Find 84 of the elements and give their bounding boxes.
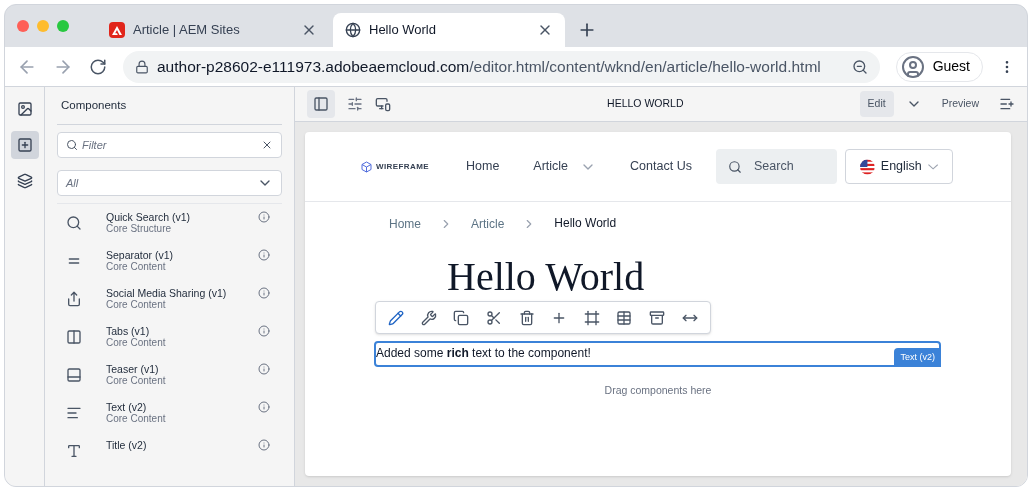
- component-label: Text (v2): [894, 347, 941, 367]
- breadcrumb[interactable]: Article: [471, 215, 505, 233]
- component-group: Core Content: [106, 261, 258, 274]
- component-icon: [66, 443, 82, 460]
- nav-link[interactable]: Contact Us: [630, 157, 692, 176]
- adobe-logo-icon: [109, 22, 125, 38]
- nav-link[interactable]: Home: [466, 157, 500, 176]
- avatar-icon: [900, 54, 925, 79]
- info-icon[interactable]: [258, 249, 270, 262]
- page-title: HELLO WORLD: [606, 96, 685, 112]
- component-group: Core Content: [106, 375, 258, 388]
- cut-icon[interactable]: [486, 309, 503, 326]
- group-select[interactable]: All: [57, 170, 282, 197]
- panel-title: Components: [57, 87, 282, 126]
- language-select[interactable]: English: [845, 149, 953, 184]
- search-field[interactable]: Search: [716, 149, 837, 184]
- component-name: Social Media Sharing (v1): [106, 287, 228, 300]
- reload-icon[interactable]: [89, 57, 107, 76]
- sidebar-tab[interactable]: [10, 131, 39, 159]
- component-name: Quick Search (v1): [106, 211, 192, 224]
- image-icon: [16, 101, 33, 117]
- tab-title: Hello World: [369, 21, 437, 40]
- component-item[interactable]: Title (v2): [57, 437, 282, 463]
- edit-icon[interactable]: [388, 309, 405, 326]
- url-path: /editor.html/content/wknd/en/article/hello-world.html: [469, 56, 822, 77]
- mode-button[interactable]: Preview: [933, 91, 987, 117]
- lock-icon: [135, 59, 149, 74]
- side-panel-toggle-icon[interactable]: [307, 90, 335, 118]
- address-bar[interactable]: author-p28602-e111973.adobeaemcloud.com/editor.html/content/wknd/en/article/hello-world.html: [123, 50, 880, 83]
- component-group: Core Content: [106, 413, 258, 426]
- add-square-icon: [16, 137, 33, 153]
- search-icon: [728, 159, 742, 174]
- info-icon[interactable]: [258, 401, 270, 414]
- component-item[interactable]: Tabs (v1) Core Content: [57, 323, 282, 362]
- breadcrumb: Hello World: [554, 214, 617, 232]
- nav-link[interactable]: Article: [533, 157, 597, 176]
- drop-hint: Drag components here: [603, 383, 713, 398]
- component-group: Core Content: [106, 337, 258, 350]
- devices-icon[interactable]: [375, 96, 391, 112]
- delete-icon[interactable]: [518, 309, 535, 326]
- component-item[interactable]: Quick Search (v1) Core Structure: [57, 209, 282, 248]
- layers-icon: [16, 173, 33, 189]
- component-name: Separator (v1): [106, 249, 175, 262]
- browser-tab[interactable]: Article | AEM Sites: [97, 13, 329, 47]
- component-item[interactable]: Text (v2) Core Content: [57, 399, 282, 438]
- text-component[interactable]: Added some rich text to the component! Text (v2): [374, 341, 941, 367]
- component-item[interactable]: Teaser (v1) Core Content: [57, 361, 282, 400]
- settings-icon[interactable]: [347, 96, 363, 112]
- url-host: author-p28602-e111973.adobeaemcloud.com: [157, 56, 470, 77]
- wrench-icon[interactable]: [420, 309, 437, 326]
- component-item[interactable]: Social Media Sharing (v1) Core Content: [57, 285, 282, 324]
- info-icon[interactable]: [258, 363, 270, 376]
- cube-logo-icon: [361, 160, 372, 173]
- component-icon: [66, 329, 82, 346]
- filter-field[interactable]: Filter: [57, 132, 282, 159]
- component-icon: [66, 291, 82, 308]
- breadcrumb[interactable]: Home: [389, 215, 421, 233]
- info-icon[interactable]: [258, 325, 270, 338]
- info-icon[interactable]: [258, 287, 270, 300]
- component-group: Core Content: [106, 299, 258, 312]
- chevron-down-icon: [927, 163, 938, 170]
- page-heading: Hello World: [446, 255, 646, 299]
- search-input[interactable]: Search: [754, 157, 824, 176]
- browser-tab[interactable]: Hello World: [333, 13, 565, 47]
- globe-icon: [345, 22, 361, 38]
- component-name: Text (v2): [106, 401, 147, 414]
- copy-icon[interactable]: [453, 309, 470, 326]
- filter-input[interactable]: Filter: [82, 137, 257, 154]
- component-group: Core Structure: [106, 223, 258, 236]
- mode-button[interactable]: Edit: [859, 91, 894, 117]
- component-icon: [66, 215, 82, 232]
- component-name: Teaser (v1): [106, 363, 159, 376]
- component-item[interactable]: Separator (v1) Core Content: [57, 247, 282, 286]
- flag-icon: [860, 158, 875, 175]
- zoom-icon[interactable]: [851, 58, 868, 75]
- info-icon[interactable]: [258, 211, 270, 224]
- search-icon: [66, 139, 78, 152]
- info-icon[interactable]: [258, 439, 270, 452]
- component-name: Title (v2): [106, 439, 148, 452]
- logo-text: WIREFRAME: [376, 160, 429, 173]
- rich-text: Added some rich text to the component!: [376, 345, 591, 362]
- component-name: Tabs (v1): [106, 325, 150, 338]
- tab-title: Article | AEM Sites: [133, 21, 241, 40]
- component-icon: [66, 367, 82, 384]
